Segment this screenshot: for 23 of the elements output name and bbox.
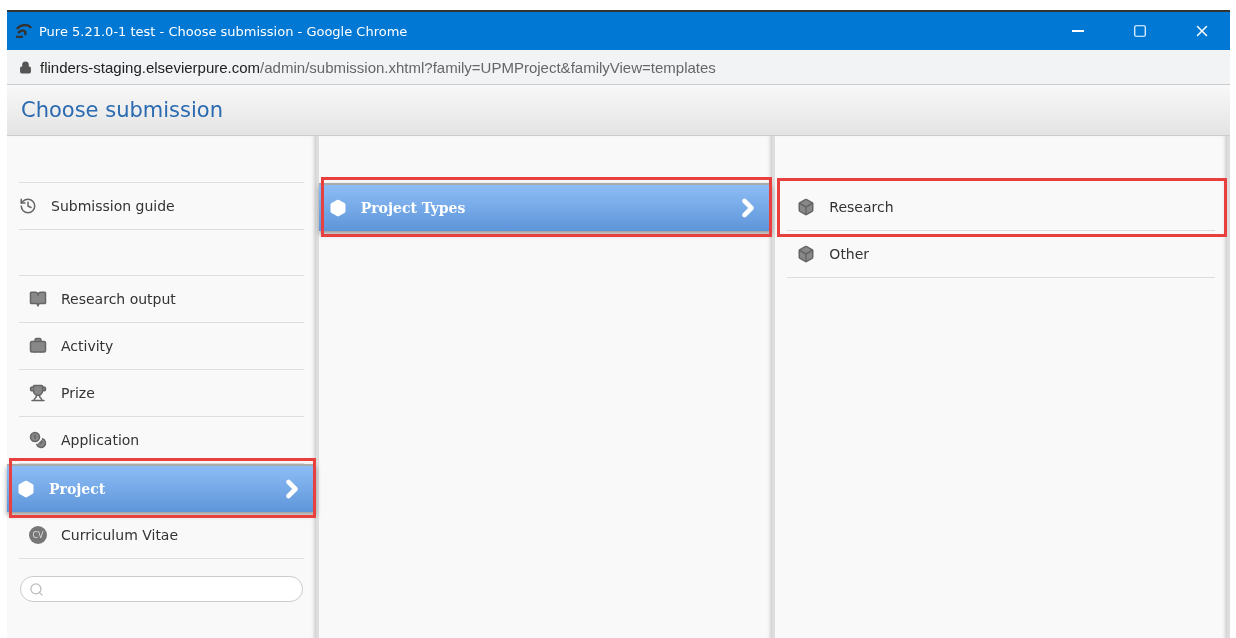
window-title: Pure 5.21.0-1 test - Choose submission - Google Chrome: [39, 23, 409, 39]
list-item[interactable]: Research output: [19, 276, 304, 323]
list-item[interactable]: CV Curriculum Vitae: [19, 512, 304, 559]
lock-icon: [19, 60, 32, 74]
minimize-icon: [1072, 30, 1084, 32]
book-icon: [29, 290, 47, 308]
logo-icon: [15, 24, 33, 38]
trophy-icon: [29, 384, 47, 402]
list-item[interactable]: Research: [787, 184, 1215, 231]
history-icon: [19, 197, 37, 215]
cv-icon: CV: [29, 526, 47, 544]
search-field[interactable]: [20, 576, 303, 602]
list-item[interactable]: Activity: [19, 323, 304, 370]
maximize-icon: [1133, 24, 1147, 38]
address-bar[interactable]: flinders-staging.elsevierpure.com/admin/submission.xhtml?family=UPMProject&familyView=templates: [7, 50, 1230, 85]
guide-link[interactable]: Submission guide: [19, 182, 304, 230]
url-text: flinders-staging.elsevierpure.com/admin/submission.xhtml?family=UPMProject&familyView=templates: [40, 58, 716, 76]
search-icon: [29, 581, 44, 597]
briefcase-icon: [29, 337, 47, 355]
list-item[interactable]: Other: [787, 231, 1215, 278]
coins-icon: [29, 431, 47, 449]
page-title: Choose submission: [21, 98, 223, 122]
list-item[interactable]: Prize: [19, 370, 304, 417]
